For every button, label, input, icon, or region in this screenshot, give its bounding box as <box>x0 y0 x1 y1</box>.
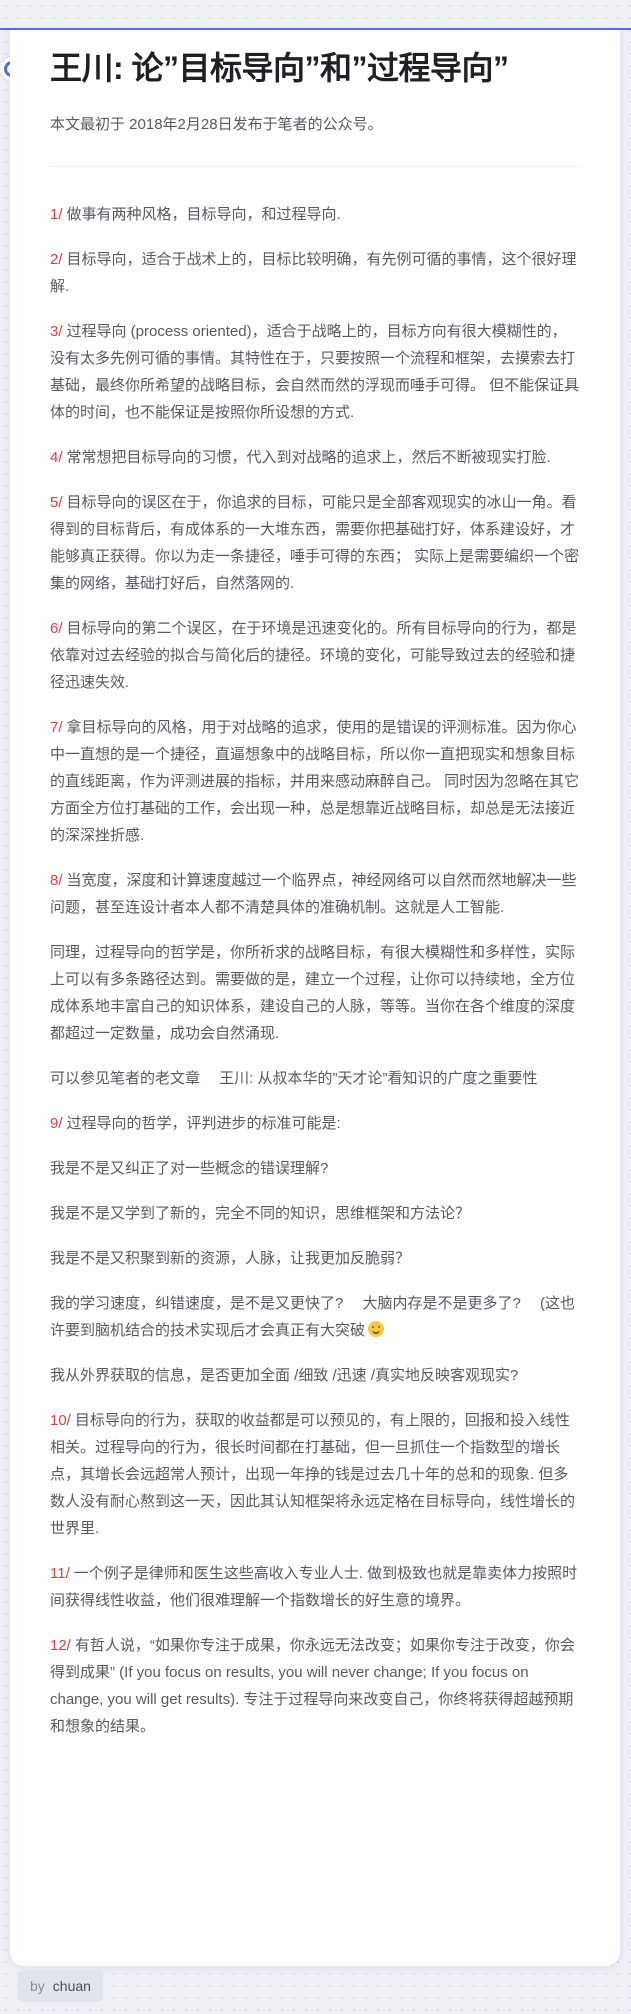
paragraph: 我从外界获取的信息，是否更加全面 /细致 /迅速 /真实地反映客观现实? <box>50 1362 580 1389</box>
paragraph: 1/做事有两种风格，目标导向，和过程导向. <box>50 201 580 228</box>
paragraph-text: 过程导向 (process oriented)，适合于战略上的，目标方向有很大模… <box>50 323 580 421</box>
paragraph: 12/有哲人说，“如果你专注于成果，你永远无法改变；如果你专注于改变，你会得到成… <box>50 1632 580 1740</box>
paragraph: 6/目标导向的第二个误区，在于环境是迅速变化的。所有目标导向的行为，都是依靠对过… <box>50 615 580 696</box>
paragraph-number: 6/ <box>50 620 63 637</box>
paragraph: 8/当宽度，深度和计算速度越过一个临界点，神经网络可以自然而然地解决一些问题，甚… <box>50 867 580 921</box>
paragraph-text: 过程导向的哲学，评判进步的标准可能是: <box>66 1115 341 1132</box>
paragraph: 11/一个例子是律师和医生这些高收入专业人士. 做到极致也就是靠卖体力按照时间获… <box>50 1560 580 1614</box>
paragraph-number: 2/ <box>50 251 63 268</box>
paragraph-text: 目标导向的第二个误区，在于环境是迅速变化的。所有目标导向的行为，都是依靠对过去经… <box>50 620 577 691</box>
paragraph-text: 可以参见笔者的老文章 王川: 从叔本华的”天才论”看知识的广度之重要性 <box>50 1070 538 1087</box>
post-card: 王川: 论”目标导向”和”过程导向” 本文最初于 2018年2月28日发布于笔者… <box>10 30 620 1966</box>
paragraph: 7/拿目标导向的风格，用于对战略的追求，使用的是错误的评测标准。因为你心中一直想… <box>50 714 580 849</box>
author-tag[interactable]: by chuan <box>18 1970 103 2002</box>
paragraph-text: 拿目标导向的风格，用于对战略的追求，使用的是错误的评测标准。因为你心中一直想的是… <box>50 719 580 844</box>
paragraph-number: 5/ <box>50 494 63 511</box>
paragraph-number: 4/ <box>50 449 63 466</box>
paragraph: 9/过程导向的哲学，评判进步的标准可能是: <box>50 1110 580 1137</box>
paragraph-text: 我是不是又学到了新的，完全不同的知识，思维框架和方法论？ <box>50 1205 471 1222</box>
paragraph: 可以参见笔者的老文章 王川: 从叔本华的”天才论”看知识的广度之重要性 <box>50 1065 580 1092</box>
paragraph-number: 10/ <box>50 1412 71 1429</box>
paragraph: 我是不是又学到了新的，完全不同的知识，思维框架和方法论？ <box>50 1200 580 1227</box>
paragraph: 我是不是又积聚到新的资源，人脉，让我更加反脆弱？ <box>50 1245 580 1272</box>
paragraph-text: 有哲人说，“如果你专注于成果，你永远无法改变；如果你专注于改变，你会得到成果” … <box>50 1637 575 1735</box>
paragraph-number: 7/ <box>50 719 63 736</box>
author-by-label: by <box>30 1978 45 1994</box>
paragraph-text: 我是不是又纠正了对一些概念的错误理解? <box>50 1160 329 1177</box>
paragraph-text: 常常想把目标导向的习惯，代入到对战略的追求上，然后不断被现实打脸. <box>66 449 551 466</box>
paragraph-number: 12/ <box>50 1637 71 1654</box>
author-name: chuan <box>52 1978 91 1994</box>
post-title: 王川: 论”目标导向”和”过程导向” <box>50 50 509 86</box>
post-subtitle: 本文最初于 2018年2月28日发布于笔者的公众号。 <box>50 116 383 133</box>
paragraph-number: 3/ <box>50 323 63 340</box>
paragraph: 同理，过程导向的哲学是，你所祈求的战略目标，有很大模糊性和多样性，实际上可以有多… <box>50 939 580 1047</box>
paragraph-number: 9/ <box>50 1115 63 1132</box>
paragraph-number: 8/ <box>50 872 63 889</box>
paragraph-text: 做事有两种风格，目标导向，和过程导向. <box>66 206 341 223</box>
paragraph-text: 目标导向的误区在于，你追求的目标，可能只是全部客观现实的冰山一角。看得到的目标背… <box>50 494 580 592</box>
paragraph-text: 目标导向，适合于战术上的，目标比较明确，有先例可循的事情，这个很好理解. <box>50 251 577 295</box>
paragraph-number: 11/ <box>50 1565 70 1582</box>
paragraph-text: 一个例子是律师和医生这些高收入专业人士. 做到极致也就是靠卖体力按照时间获得线性… <box>50 1565 578 1609</box>
paragraph: 2/目标导向，适合于战术上的，目标比较明确，有先例可循的事情，这个很好理解. <box>50 246 580 300</box>
paragraph-text: 我的学习速度，纠错速度，是不是又更快了? 大脑内存是不是更多了? (这也许要到脑… <box>50 1295 576 1339</box>
paragraph: 我的学习速度，纠错速度，是不是又更快了? 大脑内存是不是更多了? (这也许要到脑… <box>50 1290 580 1344</box>
paragraph-text: 我从外界获取的信息，是否更加全面 /细致 /迅速 /真实地反映客观现实? <box>50 1367 519 1384</box>
paragraph-text: 目标导向的行为，获取的收益都是可以预见的，有上限的，回报和投入线性相关。过程导向… <box>50 1412 576 1537</box>
paragraph: 10/目标导向的行为，获取的收益都是可以预见的，有上限的，回报和投入线性相关。过… <box>50 1407 580 1542</box>
divider <box>50 166 580 167</box>
paragraph: 我是不是又纠正了对一些概念的错误理解? <box>50 1155 580 1182</box>
paragraph-text: 我是不是又积聚到新的资源，人脉，让我更加反脆弱？ <box>50 1250 411 1267</box>
paragraph: 5/目标导向的误区在于，你追求的目标，可能只是全部客观现实的冰山一角。看得到的目… <box>50 489 580 597</box>
paragraph-text: 当宽度，深度和计算速度越过一个临界点，神经网络可以自然而然地解决一些问题，甚至连… <box>50 872 577 916</box>
paragraph-number: 1/ <box>50 206 63 223</box>
smile-emoji-icon <box>368 1321 385 1337</box>
post-body: 1/做事有两种风格，目标导向，和过程导向. 2/目标导向，适合于战术上的，目标比… <box>50 201 580 1740</box>
paragraph-text: 同理，过程导向的哲学是，你所祈求的战略目标，有很大模糊性和多样性，实际上可以有多… <box>50 944 576 1042</box>
paragraph: 3/过程导向 (process oriented)，适合于战略上的，目标方向有很… <box>50 318 580 426</box>
paragraph: 4/常常想把目标导向的习惯，代入到对战略的追求上，然后不断被现实打脸. <box>50 444 580 471</box>
